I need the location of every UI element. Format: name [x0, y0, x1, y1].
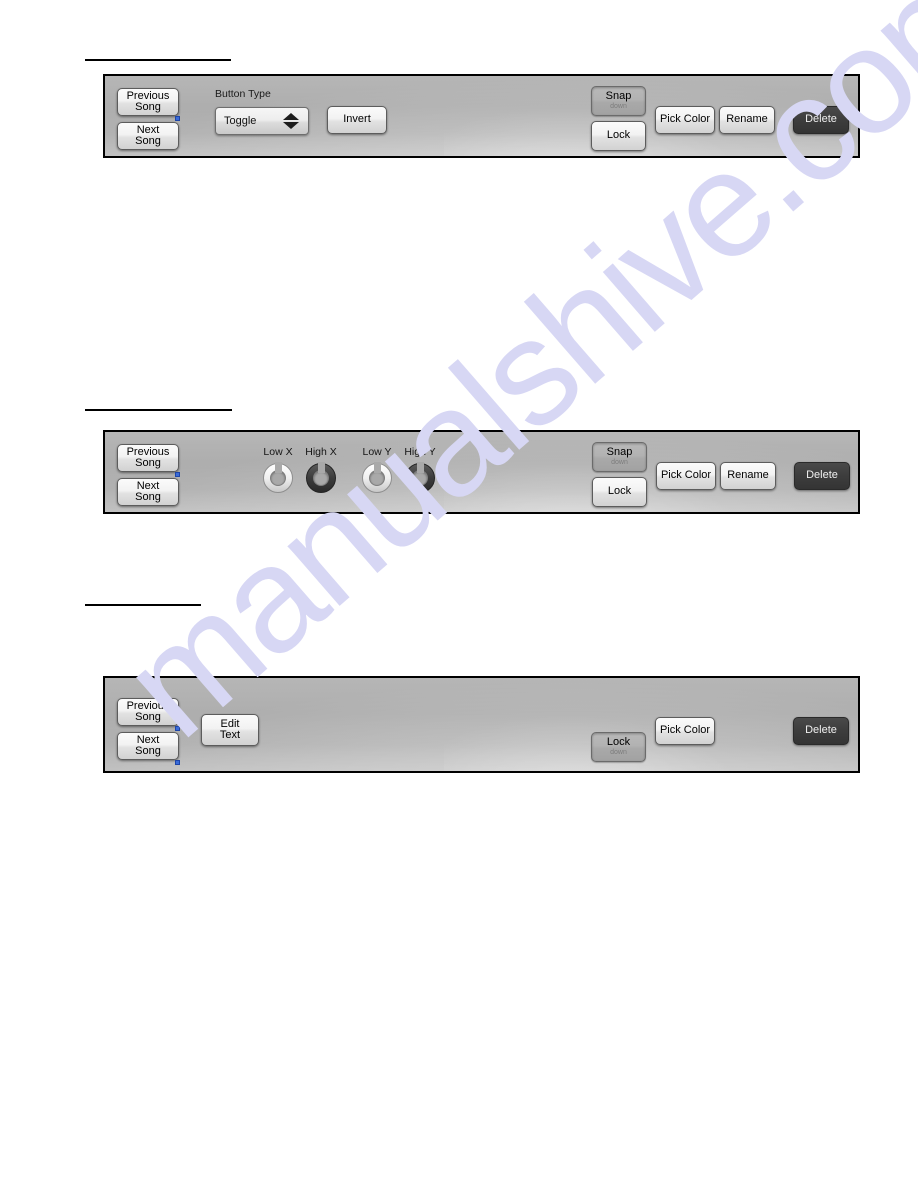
previous-song-label-line2: Song [135, 711, 161, 723]
next-song-label-line2: Song [135, 135, 161, 147]
next-song-label-line2: Song [135, 491, 161, 503]
selection-marker [175, 116, 180, 121]
lock-button[interactable]: Lock down [591, 121, 646, 151]
rename-button[interactable]: Rename [719, 106, 775, 134]
selection-marker [175, 472, 180, 477]
pick-color-button[interactable]: Pick Color [655, 106, 715, 134]
next-song-button[interactable]: Next Song [117, 122, 179, 150]
edit-text-button[interactable]: Edit Text [201, 714, 259, 746]
high-y-knob-group: High Y [394, 446, 446, 504]
snap-state-label: down [611, 459, 628, 467]
snap-button[interactable]: Snap down [592, 442, 647, 472]
pick-color-label: Pick Color [659, 113, 711, 126]
high-y-knob[interactable] [405, 462, 435, 493]
snap-label: Snap [605, 89, 632, 102]
lock-label: Lock [607, 485, 632, 498]
snap-button[interactable]: Snap down [591, 86, 646, 116]
section-rule-2 [85, 409, 232, 411]
selection-marker-bottom [175, 760, 180, 765]
rename-button[interactable]: Rename [720, 462, 776, 490]
selection-marker-top [175, 726, 180, 731]
high-x-knob-group: High X [295, 446, 347, 504]
previous-song-label-line2: Song [135, 457, 161, 469]
lock-button[interactable]: Lock down [592, 477, 647, 507]
invert-label: Invert [343, 113, 371, 126]
pick-color-button[interactable]: Pick Color [655, 717, 715, 745]
pick-color-button[interactable]: Pick Color [656, 462, 716, 490]
invert-button[interactable]: Invert [327, 106, 387, 134]
section-rule-3 [85, 604, 201, 606]
delete-button[interactable]: Delete [793, 106, 849, 134]
delete-button[interactable]: Delete [794, 462, 850, 490]
next-song-label-line2: Song [135, 745, 161, 757]
lock-label: Lock [606, 735, 631, 748]
lock-button[interactable]: Lock down [591, 732, 646, 762]
pick-color-label: Pick Color [659, 724, 711, 737]
button-properties-panel: Previous Song Next Song Button Type Togg… [103, 74, 860, 158]
edit-text-label-line2: Text [219, 729, 241, 741]
chevron-updown-icon [278, 113, 308, 129]
button-type-value: Toggle [224, 115, 257, 127]
previous-song-label-line2: Song [135, 101, 161, 113]
previous-song-button[interactable]: Previous Song [117, 88, 179, 116]
lock-state-label: down [610, 749, 627, 757]
text-label-properties-panel: Previous Song Next Song Edit Text Lock d… [103, 676, 860, 773]
high-y-label: High Y [404, 446, 436, 458]
snap-label: Snap [606, 445, 633, 458]
delete-button[interactable]: Delete [793, 717, 849, 745]
lock-label: Lock [606, 129, 631, 142]
button-type-select[interactable]: Toggle [215, 107, 309, 135]
delete-label: Delete [806, 469, 838, 482]
delete-label: Delete [805, 724, 837, 737]
xy-pad-properties-panel: Previous Song Next Song Low X High X Low… [103, 430, 860, 514]
high-x-knob[interactable] [306, 462, 336, 493]
low-y-knob[interactable] [362, 462, 392, 493]
previous-song-button[interactable]: Previous Song [117, 698, 179, 726]
delete-label: Delete [805, 113, 837, 126]
previous-song-button[interactable]: Previous Song [117, 444, 179, 472]
high-x-label: High X [305, 446, 337, 458]
button-type-label: Button Type [215, 88, 271, 100]
rename-label: Rename [726, 113, 768, 126]
next-song-button[interactable]: Next Song [117, 478, 179, 506]
low-x-knob[interactable] [263, 462, 293, 493]
watermark-overlay: manualshive.com [0, 0, 918, 1188]
snap-state-label: down [610, 103, 627, 111]
pick-color-label: Pick Color [660, 469, 712, 482]
rename-label: Rename [727, 469, 769, 482]
section-rule-1 [85, 59, 231, 61]
next-song-button[interactable]: Next Song [117, 732, 179, 760]
